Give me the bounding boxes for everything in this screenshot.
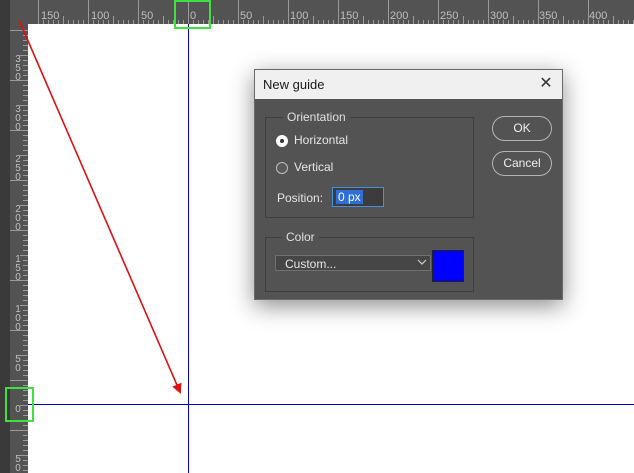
vertical-radio[interactable] xyxy=(276,162,288,174)
position-label: Position: xyxy=(277,191,324,205)
cancel-button[interactable]: Cancel xyxy=(492,151,552,176)
close-icon[interactable]: ✕ xyxy=(536,75,556,93)
color-legend: Color xyxy=(282,230,319,244)
position-input-value[interactable]: 0 px xyxy=(336,190,363,204)
color-select[interactable]: Custom... xyxy=(275,255,431,271)
ok-button[interactable]: OK xyxy=(492,116,552,141)
position-input[interactable]: 0 px xyxy=(332,187,384,207)
dialog-title: New guide xyxy=(263,77,325,92)
color-swatch[interactable] xyxy=(432,250,464,282)
orientation-legend: Orientation xyxy=(283,110,350,124)
horizontal-radio[interactable] xyxy=(276,135,288,147)
chevron-down-icon xyxy=(417,257,427,270)
vertical-radio-label[interactable]: Vertical xyxy=(294,160,333,174)
color-select-value: Custom... xyxy=(285,257,337,271)
new-guide-dialog: New guide ✕ Orientation Horizontal Verti… xyxy=(254,69,563,300)
dialog-titlebar[interactable]: New guide ✕ xyxy=(255,70,562,99)
horizontal-radio-label[interactable]: Horizontal xyxy=(294,133,348,147)
